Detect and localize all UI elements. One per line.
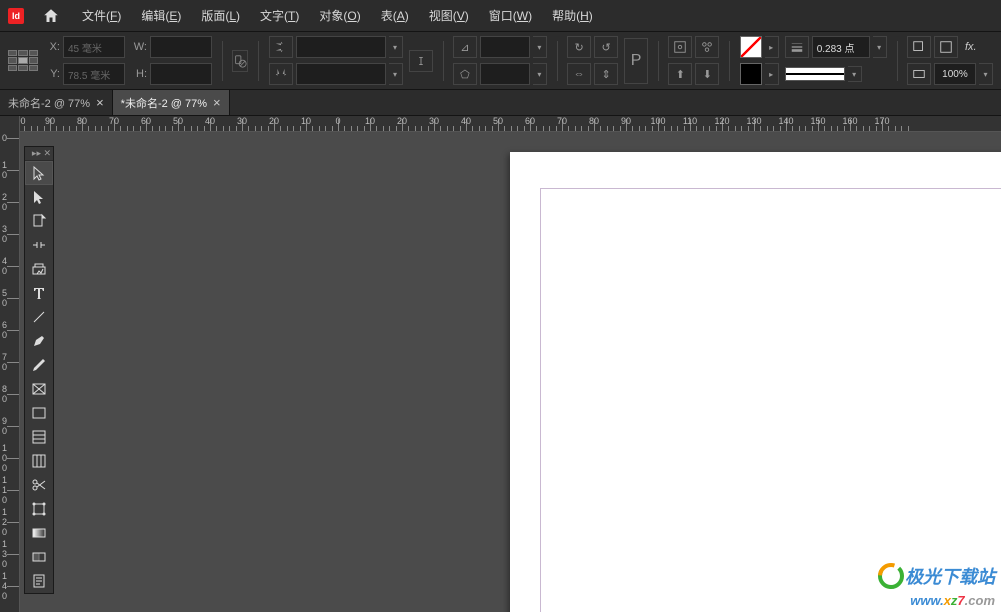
fill-dropdown[interactable]: ▸ [765, 36, 779, 58]
content-collector-tool[interactable] [25, 257, 53, 281]
shear-input[interactable] [480, 63, 530, 85]
h-label: H: [131, 68, 147, 80]
stroke-weight-icon [785, 36, 809, 58]
free-transform-tool[interactable] [25, 497, 53, 521]
rotation-dropdown[interactable]: ▾ [533, 36, 547, 58]
page-margin-guide [540, 188, 1001, 612]
tools-panel-header[interactable]: ▸▸ ✕ [25, 147, 53, 161]
row-tool[interactable] [25, 425, 53, 449]
menu-e[interactable]: 编辑(E) [131, 3, 191, 28]
stroke-weight-dropdown[interactable]: ▾ [873, 36, 887, 58]
corner-option-button[interactable] [907, 36, 931, 58]
select-next-button[interactable]: ⬇ [695, 63, 719, 85]
select-prev-button[interactable]: ⬆ [668, 63, 692, 85]
home-icon[interactable] [42, 7, 60, 25]
flip-h-button[interactable] [269, 36, 293, 58]
ruler-horizontal: 1009080706050403020100102030405060708090… [0, 116, 1001, 132]
x-label: X: [44, 41, 60, 53]
tab-0[interactable]: 未命名-2 @ 77%× [0, 90, 113, 115]
canvas[interactable] [20, 132, 1001, 612]
pencil-tool[interactable] [25, 353, 53, 377]
gradient-feather-tool[interactable] [25, 545, 53, 569]
w-input[interactable] [150, 36, 212, 58]
rotate-cw-button[interactable]: ↻ [567, 36, 591, 58]
text-wrap-button[interactable] [934, 36, 958, 58]
ruler-vertical: 0102030405060708090100110120130140 [0, 132, 20, 612]
scale-y-dropdown[interactable]: ▾ [389, 63, 403, 85]
stroke-swatch[interactable] [740, 63, 762, 85]
shear-icon[interactable]: ⬠ [453, 63, 477, 85]
fill-swatch[interactable] [740, 36, 762, 58]
reference-point[interactable] [8, 50, 38, 72]
gradient-swatch-tool[interactable] [25, 521, 53, 545]
app-logo-icon: Id [8, 8, 24, 24]
line-tool[interactable] [25, 305, 53, 329]
rectangle-tool[interactable] [25, 401, 53, 425]
link-scale-icon[interactable] [409, 50, 433, 72]
page-tool[interactable] [25, 209, 53, 233]
scissors-tool[interactable] [25, 473, 53, 497]
rotation-input[interactable] [480, 36, 530, 58]
document-tabs: 未命名-2 @ 77%×*未命名-2 @ 77%× [0, 90, 1001, 116]
flip-v-button[interactable] [269, 63, 293, 85]
stroke-style-preview[interactable] [785, 67, 845, 81]
menu-o[interactable]: 对象(O) [309, 3, 370, 28]
menu-v[interactable]: 视图(V) [419, 3, 479, 28]
menu-w[interactable]: 窗口(W) [479, 3, 542, 28]
y-label: Y: [44, 68, 60, 80]
tab-1[interactable]: *未命名-2 @ 77%× [113, 90, 230, 115]
h-input[interactable] [150, 63, 212, 85]
menu-t[interactable]: 文字(T) [250, 3, 309, 28]
menu-l[interactable]: 版面(L) [191, 3, 250, 28]
y-input[interactable]: 78.5 毫米 [63, 63, 125, 85]
stroke-weight-input[interactable]: 0.283 点 [812, 36, 870, 58]
shear-dropdown[interactable]: ▾ [533, 63, 547, 85]
menu-a[interactable]: 表(A) [371, 3, 419, 28]
paragraph-style-icon[interactable]: P [624, 38, 648, 84]
scale-x-input[interactable] [296, 36, 386, 58]
rectangle-frame-tool[interactable] [25, 377, 53, 401]
menu-h[interactable]: 帮助(H) [542, 3, 603, 28]
type-tool[interactable] [25, 281, 53, 305]
selection-tool[interactable] [25, 161, 53, 185]
x-input[interactable]: 45 毫米 [63, 36, 125, 58]
flip-horizontal-button[interactable]: ⇔ [567, 63, 591, 85]
pen-tool[interactable] [25, 329, 53, 353]
stroke-style-dropdown[interactable]: ▾ [848, 66, 862, 82]
select-container-button[interactable] [668, 36, 692, 58]
control-bar: X: 45 毫米 Y: 78.5 毫米 W: H: ▾ ▾ [0, 32, 1001, 90]
flip-vertical-button[interactable]: ⇕ [594, 63, 618, 85]
menu-bar: Id 文件(F)编辑(E)版面(L)文字(T)对象(O)表(A)视图(V)窗口(… [0, 0, 1001, 32]
page [510, 152, 1001, 612]
rotate-ccw-button[interactable]: ↺ [594, 36, 618, 58]
columns-tool[interactable] [25, 449, 53, 473]
zoom-dropdown[interactable]: ▾ [979, 63, 993, 85]
scale-x-dropdown[interactable]: ▾ [389, 36, 403, 58]
tab-close-icon[interactable]: × [213, 95, 221, 110]
zoom-icon [907, 63, 931, 85]
note-tool[interactable] [25, 569, 53, 593]
ruler-origin[interactable] [0, 116, 20, 132]
zoom-input[interactable]: 100% [934, 63, 976, 85]
tab-close-icon[interactable]: × [96, 95, 104, 110]
no-print-icon[interactable] [232, 50, 248, 72]
gap-tool[interactable] [25, 233, 53, 257]
stroke-dropdown[interactable]: ▸ [765, 63, 779, 85]
rotate-icon[interactable]: ⊿ [453, 36, 477, 58]
w-label: W: [131, 41, 147, 53]
select-content-button[interactable] [695, 36, 719, 58]
scale-y-input[interactable] [296, 63, 386, 85]
direct-selection-tool[interactable] [25, 185, 53, 209]
menu-f[interactable]: 文件(F) [72, 3, 131, 28]
tools-panel: ▸▸ ✕ [24, 146, 54, 594]
